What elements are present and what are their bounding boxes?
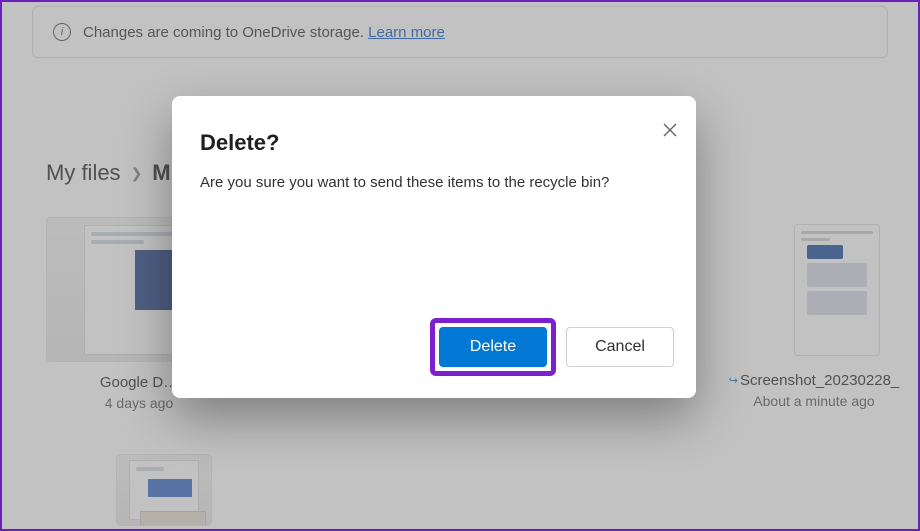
delete-button-highlight: Delete [430, 318, 556, 376]
cancel-button[interactable]: Cancel [566, 327, 674, 367]
dialog-body: Are you sure you want to send these item… [200, 174, 668, 191]
dialog-actions: Delete Cancel [430, 318, 674, 376]
dialog-title: Delete? [200, 130, 668, 156]
x-icon [663, 123, 677, 137]
close-icon[interactable] [654, 114, 686, 146]
delete-button[interactable]: Delete [439, 327, 547, 367]
delete-confirm-dialog: Delete? Are you sure you want to send th… [172, 96, 696, 398]
